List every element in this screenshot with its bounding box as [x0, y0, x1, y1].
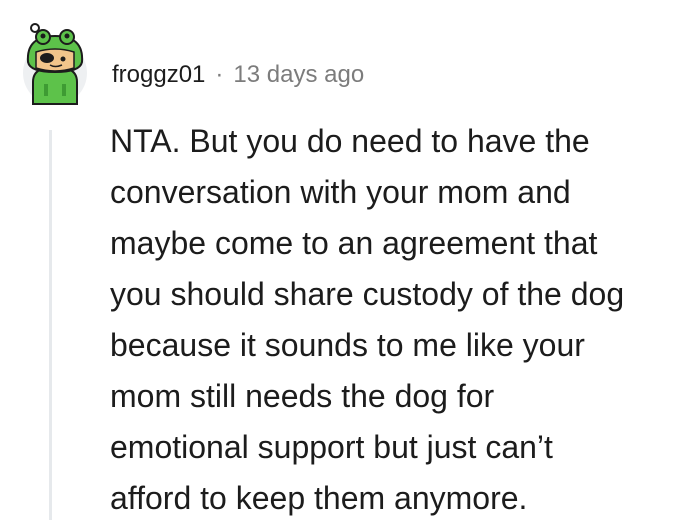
comment-body-line: you should share custody of the dog	[110, 276, 625, 312]
comment-header: froggz01 · 13 days ago	[112, 58, 364, 92]
comment-body-line: afford to keep them anymore.	[110, 480, 528, 516]
meta-separator: ·	[215, 61, 224, 88]
comment-body-line: emotional support but just can’t	[110, 429, 553, 465]
thread-line[interactable]	[49, 130, 52, 520]
comment-body: NTA. But you do need to have the convers…	[110, 116, 698, 524]
username-link[interactable]: froggz01	[112, 61, 205, 89]
frog-hood-avatar-icon	[23, 23, 87, 105]
comment-timestamp[interactable]: 13 days ago	[233, 61, 364, 89]
avatar[interactable]	[20, 22, 90, 108]
comment-body-line: mom still needs the dog for	[110, 378, 495, 414]
comment-body-line: NTA. But you do need to have the	[110, 123, 590, 159]
comment-body-line: maybe come to an agreement that	[110, 225, 598, 261]
comment-body-line: conversation with your mom and	[110, 174, 571, 210]
comment-body-line: because it sounds to me like your	[110, 327, 585, 363]
